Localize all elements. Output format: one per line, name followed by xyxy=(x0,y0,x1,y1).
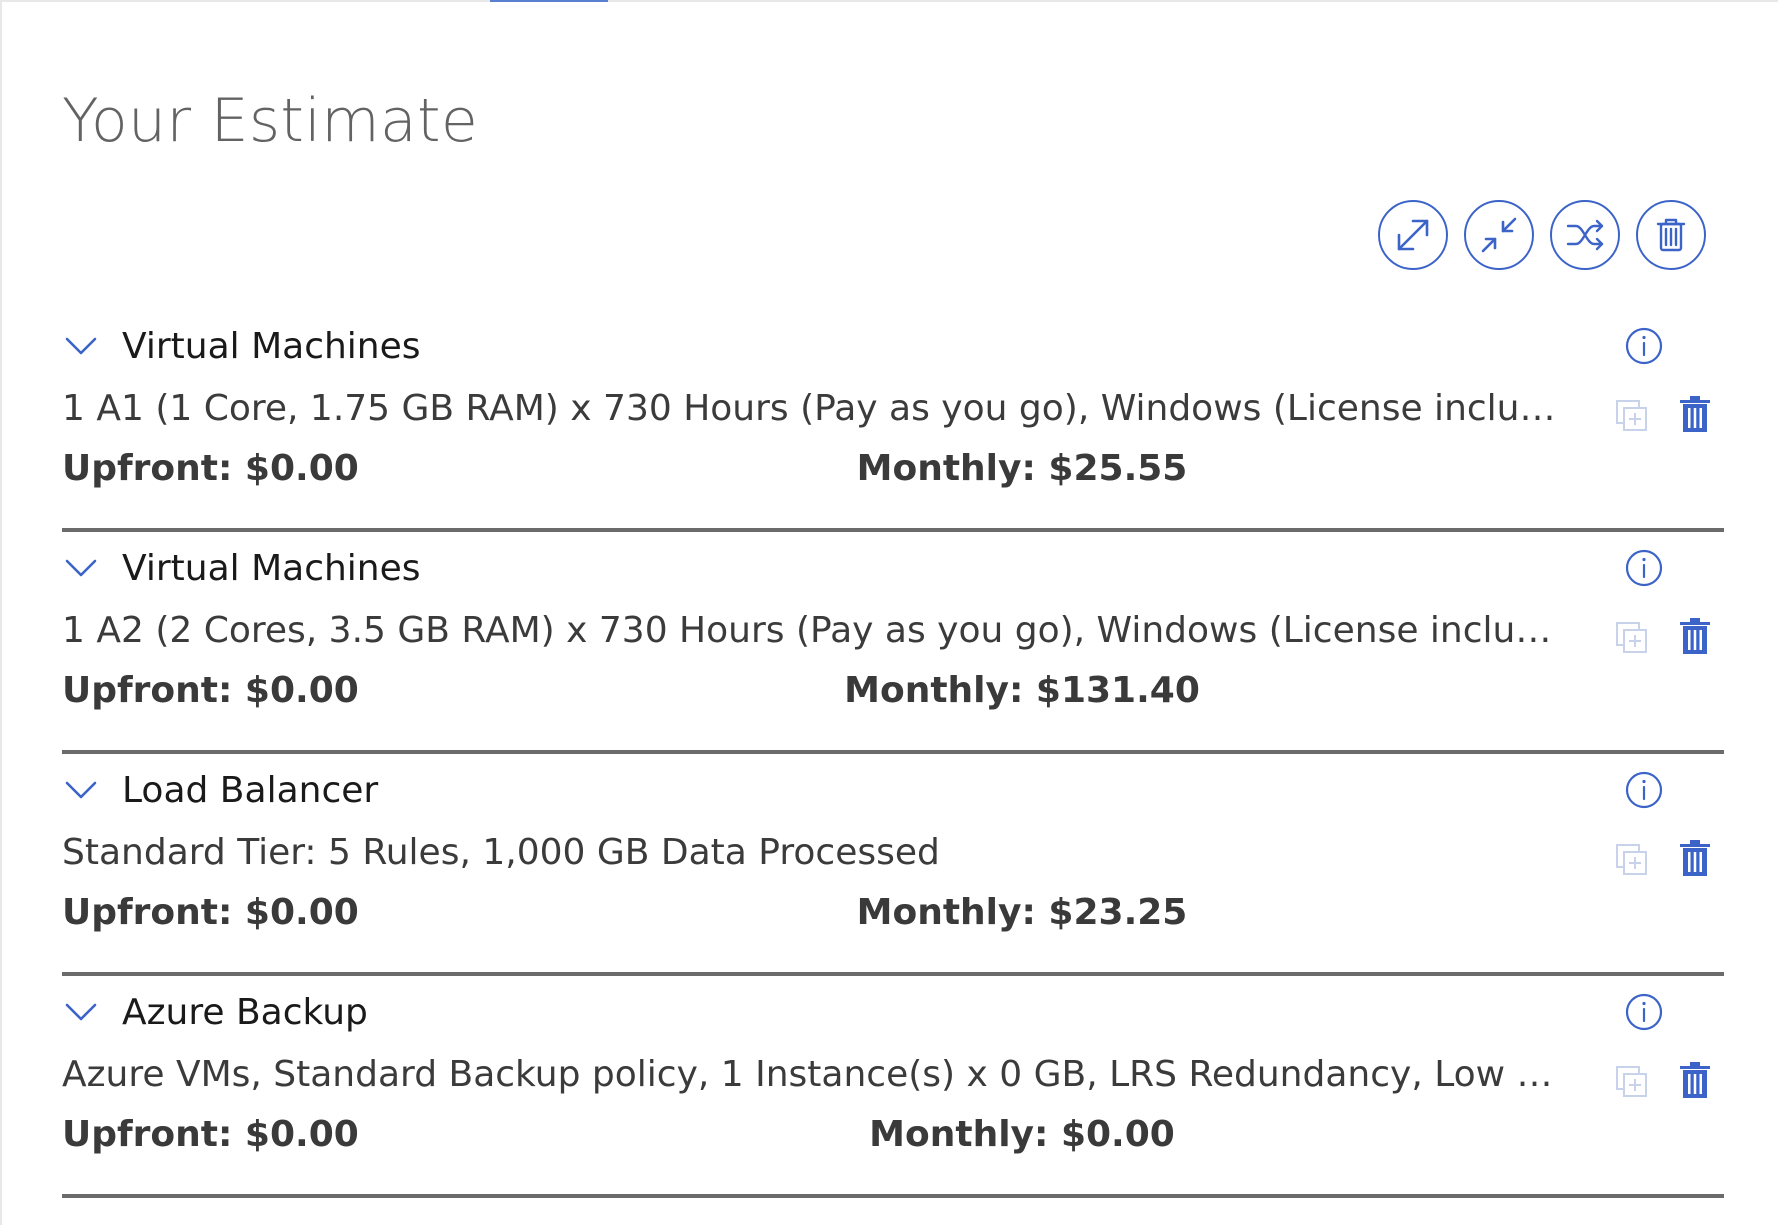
chevron-down-icon[interactable] xyxy=(62,549,100,587)
chevron-down-icon[interactable] xyxy=(62,327,100,365)
estimate-items-list: Virtual Machines 1 A1 (1 Core, 1.75 GB R… xyxy=(62,310,1724,1198)
delete-icon[interactable] xyxy=(1680,1062,1710,1100)
item-title: Azure Backup xyxy=(122,991,368,1033)
estimate-item: Virtual Machines 1 A2 (2 Cores, 3.5 GB R… xyxy=(62,532,1724,754)
duplicate-icon[interactable] xyxy=(1614,1064,1650,1100)
monthly-cost: Monthly: $131.40 xyxy=(844,670,1200,711)
item-title: Virtual Machines xyxy=(122,547,421,589)
upfront-cost: Upfront: $0.00 xyxy=(62,448,359,489)
shuffle-icon xyxy=(1566,219,1604,251)
expand-all-button[interactable] xyxy=(1378,200,1448,270)
expand-diagonal-icon xyxy=(1397,219,1429,251)
chevron-down-icon[interactable] xyxy=(62,771,100,809)
estimate-item: Load Balancer Standard Tier: 5 Rules, 1,… xyxy=(62,754,1724,976)
item-title: Load Balancer xyxy=(122,769,379,811)
item-title: Virtual Machines xyxy=(122,325,421,367)
estimate-item: Azure Backup Azure VMs, Standard Backup … xyxy=(62,976,1724,1198)
info-icon[interactable] xyxy=(1624,548,1664,588)
info-icon[interactable] xyxy=(1624,326,1664,366)
chevron-down-icon[interactable] xyxy=(62,993,100,1031)
item-header[interactable]: Load Balancer xyxy=(62,766,378,814)
monthly-cost: Monthly: $0.00 xyxy=(869,1114,1175,1155)
delete-icon[interactable] xyxy=(1680,618,1710,656)
page-title: Your Estimate xyxy=(62,86,479,156)
info-icon[interactable] xyxy=(1624,770,1664,810)
duplicate-icon[interactable] xyxy=(1614,842,1650,878)
item-description: Azure VMs, Standard Backup policy, 1 Ins… xyxy=(62,1054,1570,1095)
item-header[interactable]: Virtual Machines xyxy=(62,322,421,370)
item-header[interactable]: Virtual Machines xyxy=(62,544,421,592)
delete-icon[interactable] xyxy=(1680,840,1710,878)
delete-icon[interactable] xyxy=(1680,396,1710,434)
duplicate-icon[interactable] xyxy=(1614,620,1650,656)
collapse-diagonal-icon xyxy=(1481,217,1517,253)
upfront-cost: Upfront: $0.00 xyxy=(62,1114,359,1155)
item-description: Standard Tier: 5 Rules, 1,000 GB Data Pr… xyxy=(62,832,940,873)
monthly-cost: Monthly: $23.25 xyxy=(856,892,1188,933)
duplicate-icon[interactable] xyxy=(1614,398,1650,434)
upfront-cost: Upfront: $0.00 xyxy=(62,670,359,711)
item-description: 1 A1 (1 Core, 1.75 GB RAM) x 730 Hours (… xyxy=(62,388,1570,429)
info-icon[interactable] xyxy=(1624,992,1664,1032)
collapse-all-button[interactable] xyxy=(1464,200,1534,270)
item-description: 1 A2 (2 Cores, 3.5 GB RAM) x 730 Hours (… xyxy=(62,610,1570,651)
estimate-item: Virtual Machines 1 A1 (1 Core, 1.75 GB R… xyxy=(62,310,1724,532)
upfront-cost: Upfront: $0.00 xyxy=(62,892,359,933)
trash-icon xyxy=(1656,218,1686,252)
estimate-toolbar xyxy=(1378,200,1706,270)
monthly-cost: Monthly: $25.55 xyxy=(856,448,1188,489)
shuffle-button[interactable] xyxy=(1550,200,1620,270)
delete-all-button[interactable] xyxy=(1636,200,1706,270)
item-header[interactable]: Azure Backup xyxy=(62,988,368,1036)
active-tab-indicator xyxy=(490,0,608,2)
